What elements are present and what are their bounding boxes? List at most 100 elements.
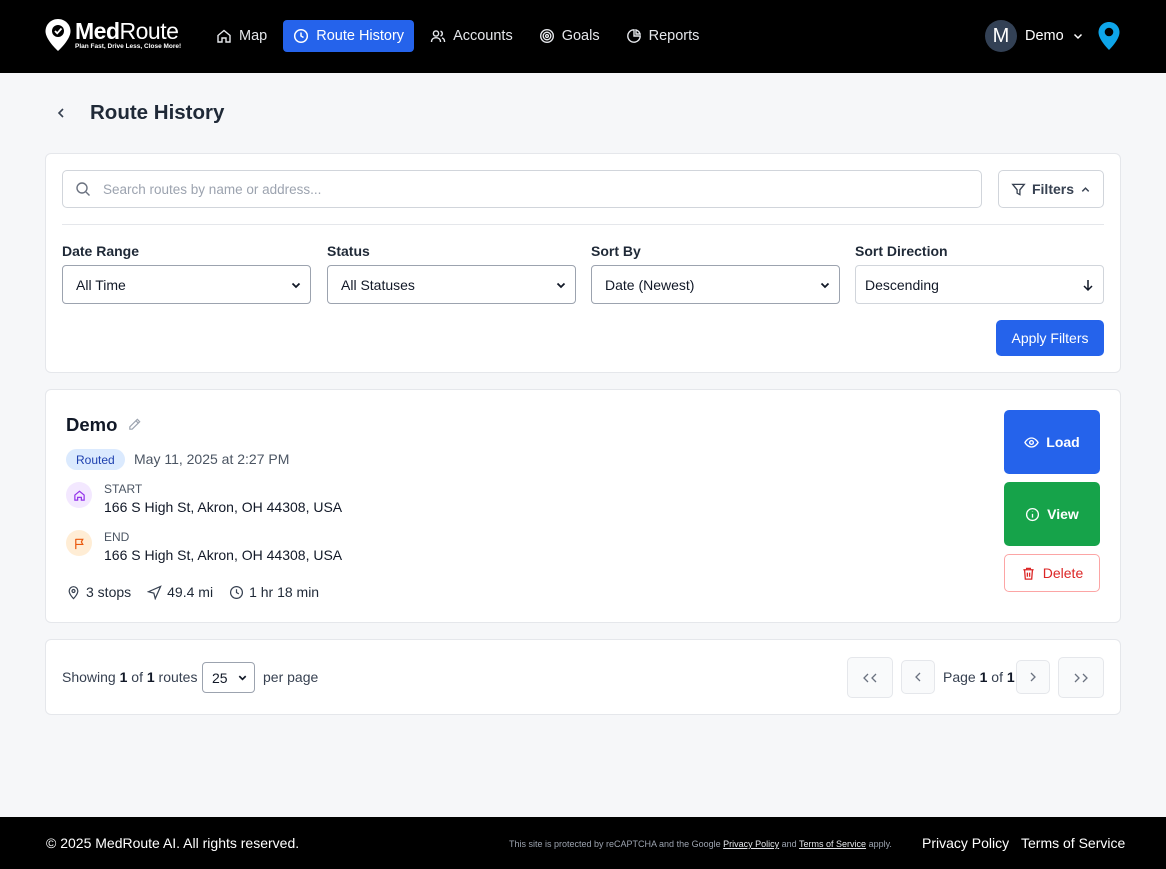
- copyright-text: © 2025 MedRoute AI. All rights reserved.: [46, 835, 300, 851]
- nav-item-goals[interactable]: Goals: [529, 20, 610, 52]
- recaptcha-notice: This site is protected by reCAPTCHA and …: [509, 839, 892, 849]
- date-range-label: Date Range: [62, 243, 140, 259]
- filter-icon: [1011, 183, 1026, 196]
- recaptcha-privacy-link[interactable]: Privacy Policy: [723, 839, 779, 849]
- route-stats: 3 stops 49.4 mi 1 hr 18 min: [66, 584, 319, 600]
- sort-direction-value: Descending: [865, 276, 939, 293]
- route-date: May 11, 2025 at 2:27 PM: [134, 451, 290, 467]
- delete-button[interactable]: Delete: [1004, 554, 1100, 592]
- chevron-right-icon: [1030, 672, 1036, 682]
- user-name: Demo: [1025, 28, 1064, 44]
- nav-item-label: Reports: [648, 28, 700, 44]
- status-badge: Routed: [66, 449, 125, 470]
- sort-by-select[interactable]: Date (Newest): [591, 265, 840, 304]
- arrow-down-icon: [1083, 279, 1093, 291]
- clock-icon: [230, 585, 244, 599]
- chevron-down-icon: [820, 282, 830, 288]
- target-icon: [539, 28, 554, 44]
- home-icon: [217, 29, 231, 43]
- filters-toggle-label: Filters: [1031, 181, 1074, 197]
- distance-value: 49.4 mi: [167, 584, 214, 600]
- top-navbar: MedRoute Plan Fast, Drive Less, Close Mo…: [0, 0, 1166, 73]
- eye-icon: [1024, 436, 1040, 448]
- privacy-policy-link[interactable]: Privacy Policy: [922, 835, 1009, 851]
- nav-item-route-history[interactable]: Route History: [283, 20, 415, 52]
- location-pin-icon[interactable]: [1097, 21, 1121, 51]
- sort-by-filter: Sort By Date (Newest): [591, 243, 840, 304]
- per-page-value: 25: [212, 669, 228, 686]
- nav-item-label: Route History: [316, 28, 405, 44]
- load-button[interactable]: Load: [1004, 410, 1100, 474]
- logo-pin-icon: [45, 19, 71, 51]
- brand-logo[interactable]: MedRoute Plan Fast, Drive Less, Close Mo…: [44, 18, 181, 52]
- trash-icon: [1023, 567, 1034, 580]
- status-select[interactable]: All Statuses: [327, 265, 576, 304]
- status-value: All Statuses: [341, 276, 415, 293]
- chevron-left-icon: [57, 108, 64, 118]
- route-name: Demo: [66, 414, 118, 435]
- prev-page-button[interactable]: [901, 660, 935, 694]
- start-address: 166 S High St, Akron, OH 44308, USA: [104, 499, 343, 515]
- terms-of-service-link[interactable]: Terms of Service: [1021, 835, 1125, 851]
- end-stop: END 166 S High St, Akron, OH 44308, USA: [66, 530, 342, 565]
- avatar: M: [985, 20, 1017, 52]
- date-range-select[interactable]: All Time: [62, 265, 311, 304]
- chevron-down-icon: [1073, 33, 1082, 40]
- chevron-down-icon: [291, 282, 301, 288]
- page-title: Route History: [90, 101, 225, 124]
- user-menu[interactable]: M Demo: [985, 20, 1084, 52]
- search-input[interactable]: [103, 171, 973, 207]
- brand-name: MedRoute: [75, 18, 179, 44]
- chevrons-left-icon: [863, 673, 877, 682]
- first-page-button[interactable]: [847, 657, 893, 698]
- last-page-button[interactable]: [1058, 657, 1104, 698]
- start-stop: START 166 S High St, Akron, OH 44308, US…: [66, 482, 342, 517]
- pencil-icon[interactable]: [127, 417, 142, 432]
- per-page-label: per page: [263, 669, 319, 685]
- sort-direction-label: Sort Direction: [855, 243, 948, 259]
- stops-count: 3 stops: [86, 584, 132, 600]
- flag-icon: [74, 538, 84, 549]
- chevron-down-icon: [238, 675, 247, 681]
- clock-icon: [294, 28, 309, 44]
- duration-value: 1 hr 18 min: [249, 584, 320, 600]
- end-address: 166 S High St, Akron, OH 44308, USA: [104, 547, 343, 563]
- users-icon: [430, 30, 446, 43]
- per-page-select[interactable]: 25: [202, 662, 255, 693]
- end-icon-wrap: [66, 530, 92, 556]
- sort-direction-filter: Sort Direction Descending: [855, 243, 1104, 304]
- end-label: END: [104, 530, 130, 544]
- next-page-button[interactable]: [1016, 660, 1050, 694]
- start-icon-wrap: [66, 482, 92, 508]
- nav-item-accounts[interactable]: Accounts: [420, 20, 523, 52]
- nav-item-label: Map: [239, 28, 268, 44]
- filters-toggle-button[interactable]: Filters: [998, 170, 1104, 208]
- search-icon: [76, 182, 90, 196]
- view-button[interactable]: View: [1004, 482, 1100, 546]
- route-card: Demo Routed May 11, 2025 at 2:27 PM STAR…: [45, 389, 1121, 623]
- status-filter: Status All Statuses: [327, 243, 576, 304]
- start-label: START: [104, 482, 143, 496]
- chevron-left-icon: [915, 672, 921, 682]
- pagination-panel: Showing 1 of 1 routes 25 per page Page 1…: [45, 639, 1121, 715]
- date-range-value: All Time: [76, 276, 126, 293]
- nav-item-reports[interactable]: Reports: [616, 20, 710, 52]
- chevron-up-icon: [1081, 186, 1090, 192]
- view-label: View: [1047, 506, 1079, 522]
- nav-item-label: Goals: [561, 28, 600, 44]
- pie-chart-icon: [626, 28, 641, 43]
- nav-item-map[interactable]: Map: [206, 20, 277, 52]
- apply-filters-button[interactable]: Apply Filters: [996, 320, 1104, 356]
- brand-tagline: Plan Fast, Drive Less, Close More!: [75, 43, 182, 50]
- back-button[interactable]: [50, 102, 72, 124]
- distance-stat: 49.4 mi: [147, 584, 213, 600]
- stops-stat: 3 stops: [66, 584, 131, 600]
- chevrons-right-icon: [1074, 673, 1088, 682]
- sort-by-label: Sort By: [591, 243, 641, 259]
- sort-direction-toggle[interactable]: Descending: [855, 265, 1104, 304]
- filters-panel: Filters Date Range All Time Status All S…: [45, 153, 1121, 373]
- showing-summary: Showing 1 of 1 routes: [62, 669, 198, 685]
- navigation-icon: [147, 584, 162, 600]
- recaptcha-terms-link[interactable]: Terms of Service: [799, 839, 866, 849]
- load-label: Load: [1046, 434, 1080, 450]
